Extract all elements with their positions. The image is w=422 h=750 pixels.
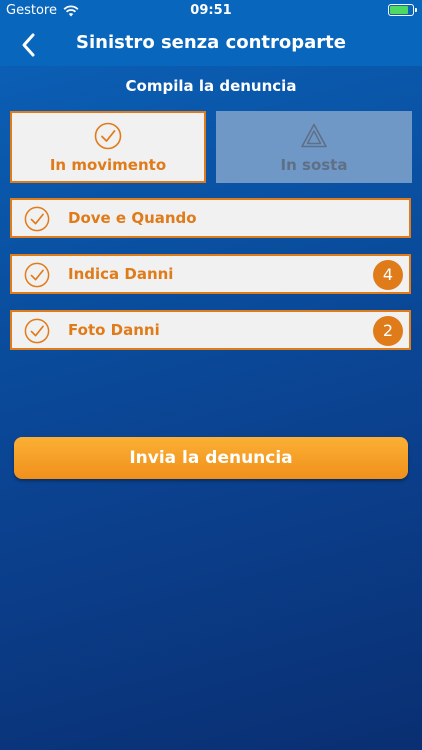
check-circle-icon [24, 206, 50, 232]
check-circle-icon [94, 122, 122, 150]
mode-in-movimento-button[interactable]: In movimento [10, 111, 206, 183]
section-subtitle: Compila la denuncia [125, 77, 297, 95]
mode-label: In sosta [280, 156, 348, 174]
step-indica-danni[interactable]: Indica Danni 4 [10, 254, 411, 294]
battery-icon [388, 4, 417, 16]
status-bar: Gestore 09:51 [0, 0, 422, 22]
step-label: Foto Danni [68, 321, 160, 339]
check-circle-icon [24, 262, 50, 288]
mode-in-sosta-button[interactable]: In sosta [216, 111, 412, 183]
step-foto-danni[interactable]: Foto Danni 2 [10, 310, 411, 350]
step-label: Indica Danni [68, 265, 174, 283]
step-dove-e-quando[interactable]: Dove e Quando [10, 198, 411, 238]
page-title: Sinistro senza controparte [76, 32, 346, 53]
submit-button[interactable]: Invia la denuncia [14, 437, 408, 479]
step-label: Dove e Quando [68, 209, 197, 227]
count-badge: 4 [373, 260, 403, 290]
status-time: 09:51 [190, 3, 232, 18]
navigation-bar: Sinistro senza controparte [0, 22, 422, 66]
count-badge: 2 [373, 316, 403, 346]
status-right [388, 4, 417, 16]
warning-triangle-icon [301, 123, 327, 148]
check-circle-icon [24, 318, 50, 344]
mode-label: In movimento [49, 156, 167, 174]
